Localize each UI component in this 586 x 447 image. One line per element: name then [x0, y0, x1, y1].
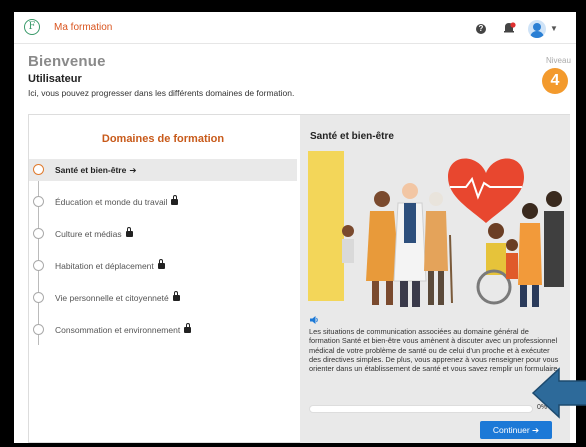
step-dot: [33, 164, 44, 175]
progress-bar: [309, 405, 533, 413]
notification-icon[interactable]: [502, 22, 516, 34]
user-avatar-icon[interactable]: [528, 20, 546, 38]
level-label: Niveau: [546, 56, 571, 65]
detail-title: Santé et bien-être: [310, 131, 394, 142]
level-badge: 4: [542, 68, 568, 94]
domain-label: Culture et médias: [55, 227, 133, 239]
brand-link[interactable]: Ma formation: [54, 22, 112, 33]
health-illustration: [308, 151, 564, 307]
lock-icon: [125, 227, 133, 237]
domain-item-sante[interactable]: Santé et bien-être ➔: [29, 159, 297, 181]
domains-title: Domaines de formation: [101, 133, 225, 145]
step-dot: [33, 260, 44, 271]
domain-item-vie[interactable]: Vie personnelle et citoyenneté: [29, 287, 297, 309]
lock-icon: [184, 323, 192, 333]
top-bar: F Ma formation ? ▼: [14, 12, 576, 44]
domain-description: Les situations de communication associée…: [309, 327, 560, 374]
domain-item-culture[interactable]: Culture et médias: [29, 223, 297, 245]
domain-item-education[interactable]: Éducation et monde du travail: [29, 191, 297, 213]
chevron-down-icon[interactable]: ▼: [550, 24, 558, 33]
app-window: F Ma formation ? ▼ Bienvenue Utilisateur…: [14, 12, 576, 443]
domain-label: Vie personnelle et citoyenneté: [55, 291, 180, 303]
lock-icon: [157, 259, 165, 269]
domain-detail-panel: Santé et bien-être Les situations de com…: [300, 115, 570, 443]
help-icon[interactable]: ?: [476, 24, 486, 34]
lock-icon: [172, 291, 180, 301]
domain-item-habitation[interactable]: Habitation et déplacement: [29, 255, 297, 277]
step-dot: [33, 196, 44, 207]
domain-label: Consommation et environnement: [55, 323, 192, 335]
step-dot: [33, 324, 44, 335]
main-panel: Domaines de formation Santé et bien-être…: [28, 114, 570, 443]
arrow-right-icon: ➔: [129, 165, 137, 175]
domain-label: Éducation et monde du travail: [55, 195, 179, 207]
step-dot: [33, 292, 44, 303]
intro-text: Ici, vous pouvez progresser dans les dif…: [28, 88, 295, 98]
logo-icon[interactable]: F: [24, 19, 40, 35]
continue-button[interactable]: Continuer ➔: [480, 421, 552, 439]
lock-icon: [171, 195, 179, 205]
domain-label: Habitation et déplacement: [55, 259, 165, 271]
arrow-pointer-icon: [531, 367, 586, 419]
speaker-icon[interactable]: [309, 315, 319, 325]
user-name: Utilisateur: [28, 73, 82, 85]
page-title: Bienvenue: [28, 53, 106, 70]
domains-panel: Domaines de formation Santé et bien-être…: [29, 115, 297, 443]
domain-item-consommation[interactable]: Consommation et environnement: [29, 319, 297, 341]
step-dot: [33, 228, 44, 239]
domain-label: Santé et bien-être ➔: [55, 165, 137, 175]
